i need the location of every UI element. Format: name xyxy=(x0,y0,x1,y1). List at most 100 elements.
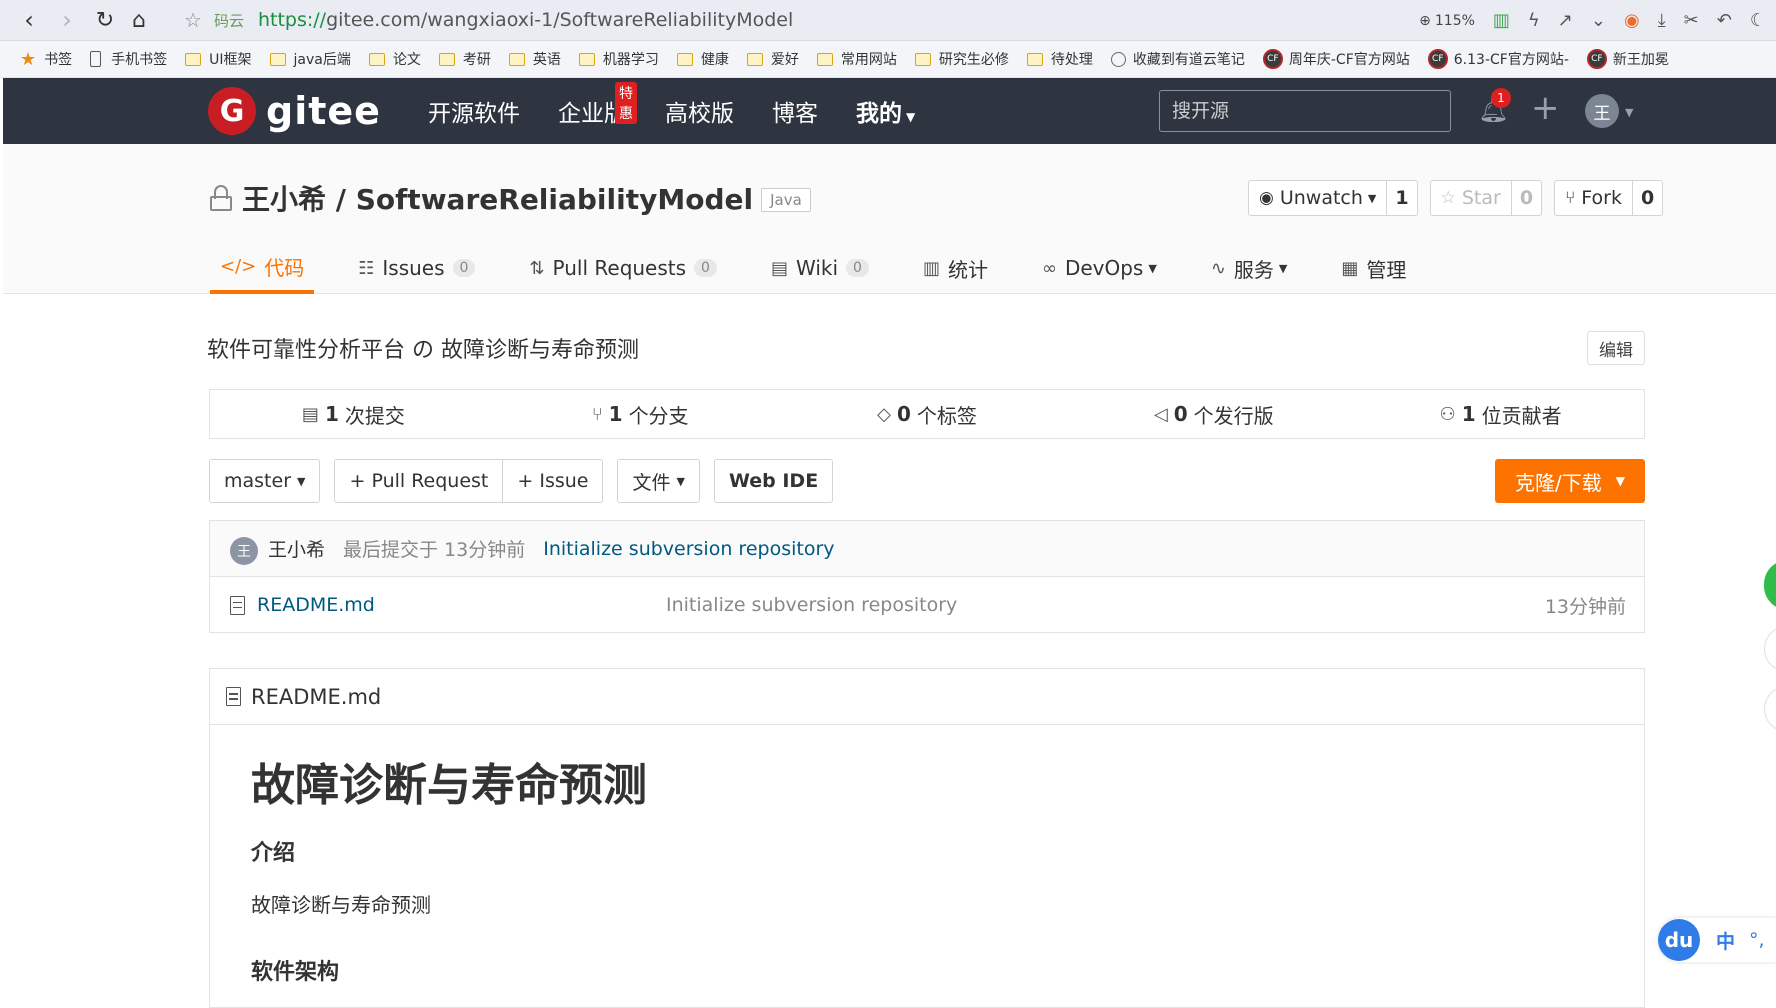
web-ide-button[interactable]: Web IDE xyxy=(713,459,834,503)
flash-icon[interactable]: ϟ xyxy=(1528,10,1540,31)
stat-commits[interactable]: ▤ 1 次提交 xyxy=(210,400,497,429)
caret-down-icon: ▼ xyxy=(297,474,306,488)
bookmark-item[interactable]: 手机书签 xyxy=(90,49,167,69)
tab-stats[interactable]: ▥ 统计 xyxy=(913,242,998,294)
tab-wiki[interactable]: ▤ Wiki 0 xyxy=(761,242,879,294)
bookmark-star-icon[interactable]: ☆ xyxy=(184,8,202,32)
download-icon[interactable]: ⤓ xyxy=(1658,10,1666,31)
side-float-button[interactable] xyxy=(1764,560,1776,610)
back-icon[interactable]: ‹ xyxy=(12,3,46,37)
star-button[interactable]: ☆ Star 0 xyxy=(1429,180,1543,216)
edit-button[interactable]: 编辑 xyxy=(1587,331,1645,365)
file-menu-button[interactable]: 文件 ▼ xyxy=(617,459,700,503)
ime-punctuation[interactable]: °, xyxy=(1749,929,1765,951)
side-float-button[interactable] xyxy=(1764,686,1776,732)
nav-item-blog[interactable]: 博客 xyxy=(772,94,818,128)
scissors-icon[interactable]: ✂ xyxy=(1684,10,1699,31)
caret-down-icon[interactable]: ▼ xyxy=(1625,106,1633,119)
new-pull-request-button[interactable]: + Pull Request xyxy=(334,459,504,503)
language-badge[interactable]: Java xyxy=(761,188,811,212)
baidu-ime-icon[interactable]: du xyxy=(1658,919,1700,961)
bookmark-folder[interactable]: UI框架 xyxy=(185,49,252,69)
repo-name[interactable]: 王小希 / SoftwareReliabilityModel xyxy=(242,178,753,218)
ime-mode[interactable]: 中 xyxy=(1716,927,1735,954)
folder-icon xyxy=(914,52,931,66)
user-avatar[interactable]: 王 xyxy=(1585,94,1619,128)
site-header: G gitee 开源软件 企业版 特惠 高校版 博客 我的 ▼ 搜开源 🔔︎ 1 +… xyxy=(3,78,1776,144)
nav-item-opensource[interactable]: 开源软件 xyxy=(428,94,520,128)
tab-devops[interactable]: ∞ DevOps ▼ xyxy=(1032,242,1167,294)
zoom-indicator[interactable]: ⊕ 115% xyxy=(1419,13,1475,29)
file-list: 王 王小希 最后提交于 13分钟前 Initialize subversion … xyxy=(209,520,1645,633)
bookmark-folder[interactable]: 待处理 xyxy=(1026,49,1093,69)
repo-description: 软件可靠性分析平台 の 故障诊断与寿命预测 xyxy=(207,338,639,363)
bookmark-folder[interactable]: java后端 xyxy=(269,49,351,69)
bookmark-folder[interactable]: 爱好 xyxy=(746,49,799,69)
bookmark-item[interactable]: ★ 书签 xyxy=(20,49,72,70)
file-name-link[interactable]: README.md xyxy=(257,594,375,616)
bookmark-folder[interactable]: 论文 xyxy=(368,49,421,69)
bookmark-item[interactable]: CF 周年庆-CF官方网站 xyxy=(1262,49,1410,69)
stat-branches[interactable]: ⑂ 1 个分支 xyxy=(497,400,784,429)
moon-icon[interactable]: ☾ xyxy=(1750,10,1766,31)
users-icon: ⚇ xyxy=(1439,403,1456,425)
promo-badge: 特惠 xyxy=(615,82,637,124)
bookmark-item[interactable]: 收藏到有道云笔记 xyxy=(1110,49,1245,69)
readme-arch-heading: 软件架构 xyxy=(251,960,340,985)
stat-tags[interactable]: ◇ 0 个标签 xyxy=(784,400,1071,429)
star-count[interactable]: 0 xyxy=(1512,181,1541,215)
watch-count[interactable]: 1 xyxy=(1387,181,1416,215)
fork-button[interactable]: ⑂ Fork 0 xyxy=(1554,180,1664,216)
bookmark-folder[interactable]: 机器学习 xyxy=(578,49,659,69)
tab-code[interactable]: </> 代码 xyxy=(210,242,315,294)
bookmark-item[interactable]: CF 6.13-CF官方网站- xyxy=(1427,49,1569,69)
bookmark-item[interactable]: CF 新王加冕 xyxy=(1586,49,1669,69)
file-commit-message[interactable]: Initialize subversion repository xyxy=(666,594,957,616)
star-outline-icon: ☆ xyxy=(1440,188,1456,208)
bookmark-folder[interactable]: 英语 xyxy=(508,49,561,69)
folder-icon xyxy=(269,52,286,66)
latest-commit: 王 王小希 最后提交于 13分钟前 Initialize subversion … xyxy=(210,521,1644,577)
stat-contributors[interactable]: ⚇ 1 位贡献者 xyxy=(1357,400,1644,429)
reload-icon[interactable]: ↻ xyxy=(88,3,122,37)
nav-item-mine[interactable]: 我的 ▼ xyxy=(856,94,915,128)
chevron-down-icon[interactable]: ⌄ xyxy=(1591,10,1606,31)
reader-icon[interactable]: ▥ xyxy=(1493,10,1510,31)
settings-doc-icon: ▦ xyxy=(1341,257,1359,279)
side-float-button[interactable] xyxy=(1764,626,1776,672)
bookmark-folder[interactable]: 健康 xyxy=(676,49,729,69)
commit-author[interactable]: 王小希 xyxy=(268,535,325,562)
caret-down-icon: ▼ xyxy=(1615,474,1625,488)
nav-item-education[interactable]: 高校版 xyxy=(665,94,734,128)
bookmark-folder[interactable]: 常用网站 xyxy=(816,49,897,69)
clone-download-button[interactable]: 克隆/下载 ▼ xyxy=(1495,459,1645,503)
new-issue-button[interactable]: + Issue xyxy=(503,459,604,503)
home-icon[interactable]: ⌂ xyxy=(122,3,156,37)
book-icon: ▤ xyxy=(770,257,788,279)
avatar[interactable]: 王 xyxy=(230,536,258,565)
gitee-logo[interactable]: G gitee xyxy=(208,87,381,135)
bookmark-folder[interactable]: 考研 xyxy=(438,49,491,69)
share-icon[interactable]: ↗ xyxy=(1558,10,1573,31)
tab-pull-requests[interactable]: ⇅ Pull Requests 0 xyxy=(519,242,727,294)
stat-releases[interactable]: ◁ 0 个发行版 xyxy=(1070,400,1357,429)
undo-icon[interactable]: ↶ xyxy=(1717,10,1732,31)
bookmark-folder[interactable]: 研究生必修 xyxy=(914,49,1009,69)
search-input[interactable]: 搜开源 xyxy=(1159,90,1451,132)
tab-services[interactable]: ∿ 服务 ▼ xyxy=(1201,242,1298,294)
forward-icon[interactable]: › xyxy=(50,3,84,37)
phone-icon xyxy=(90,51,102,67)
commit-message-link[interactable]: Initialize subversion repository xyxy=(543,538,834,560)
watch-button[interactable]: ◉ Unwatch ▼ 1 xyxy=(1248,180,1418,216)
tab-issues[interactable]: ☷ Issues 0 xyxy=(348,242,485,294)
repo-actions: ◉ Unwatch ▼ 1 ☆ Star 0 ⑂ Fork 0 xyxy=(1248,180,1664,216)
game-icon[interactable]: ◉ xyxy=(1624,10,1640,31)
issues-count: 0 xyxy=(452,259,476,277)
fork-count[interactable]: 0 xyxy=(1633,181,1662,215)
branch-select[interactable]: master ▼ xyxy=(209,459,321,503)
address-bar[interactable]: ☆ 码云 https:// gitee.com/wangxiaoxi-1/Sof… xyxy=(184,4,793,36)
nav-item-enterprise[interactable]: 企业版 特惠 xyxy=(558,82,637,128)
tab-manage[interactable]: ▦ 管理 xyxy=(1331,242,1416,294)
infinity-icon: ∞ xyxy=(1041,257,1057,279)
plus-icon[interactable]: + xyxy=(1531,88,1560,128)
